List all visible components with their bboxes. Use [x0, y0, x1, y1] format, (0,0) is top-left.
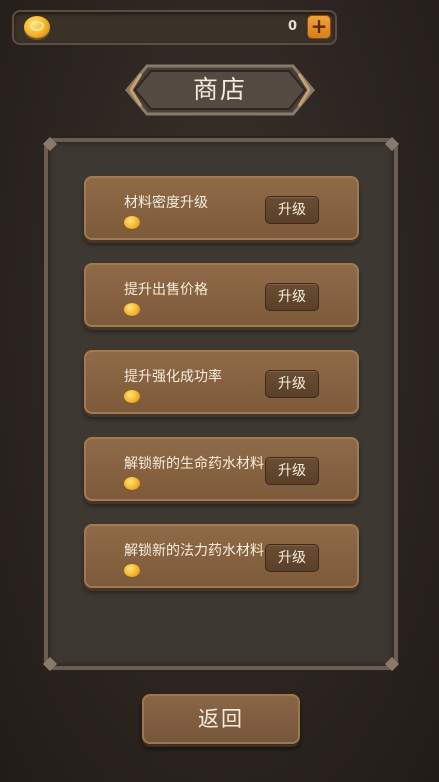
upgrade-button[interactable]: 升级	[265, 196, 319, 224]
currency-bar: 0 +	[12, 10, 337, 45]
shop-item-sell-price: 提升出售价格 升级	[84, 263, 359, 327]
shop-item-enhance-rate: 提升强化成功率 升级	[84, 350, 359, 414]
upgrade-button[interactable]: 升级	[265, 544, 319, 572]
upgrade-button[interactable]: 升级	[265, 457, 319, 485]
gold-coin-icon	[24, 16, 50, 38]
item-label: 解锁新的生命药水材料	[124, 456, 264, 472]
upgrade-button[interactable]: 升级	[265, 283, 319, 311]
shop-item-mana-potion: 解锁新的法力药水材料 升级	[84, 524, 359, 588]
item-label: 材料密度升级	[124, 195, 208, 211]
page-title: 商店	[192, 75, 247, 104]
return-button[interactable]: 返回	[142, 694, 300, 744]
shop-item-material-density: 材料密度升级 升级	[84, 176, 359, 240]
coin-icon	[124, 390, 140, 403]
coin-icon	[124, 303, 140, 316]
item-label: 提升出售价格	[124, 282, 208, 298]
shop-item-health-potion: 解锁新的生命药水材料 升级	[84, 437, 359, 501]
panel-corner-ornament	[42, 136, 58, 152]
item-label: 解锁新的法力药水材料	[124, 543, 264, 559]
panel-corner-ornament	[42, 656, 58, 672]
title-plate: 商店	[125, 64, 315, 116]
add-coins-button[interactable]: +	[307, 15, 331, 39]
item-label: 提升强化成功率	[124, 369, 222, 385]
coin-count: 0	[287, 19, 297, 34]
panel-corner-ornament	[384, 136, 400, 152]
coin-icon	[124, 564, 140, 577]
coin-icon	[124, 477, 140, 490]
panel-corner-ornament	[384, 656, 400, 672]
coin-icon	[124, 216, 140, 229]
upgrade-button[interactable]: 升级	[265, 370, 319, 398]
